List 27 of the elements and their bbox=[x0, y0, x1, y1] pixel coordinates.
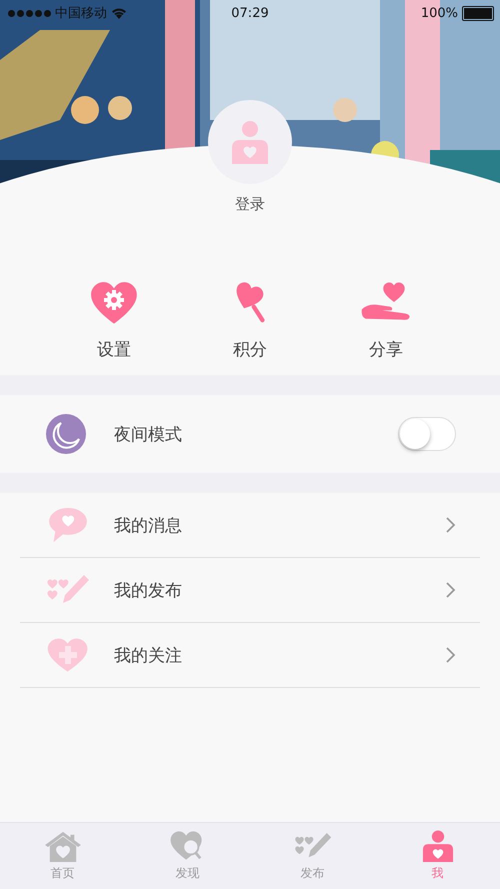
chevron-right-icon bbox=[446, 517, 456, 533]
night-mode-label: 夜间模式 bbox=[114, 424, 182, 446]
heart-plus-icon bbox=[46, 637, 90, 673]
action-label[interactable]: 分享 bbox=[369, 338, 403, 361]
action-label[interactable]: 积分 bbox=[233, 338, 267, 361]
chevron-right-icon bbox=[446, 647, 456, 663]
night-mode-switch[interactable] bbox=[398, 417, 456, 451]
menu-row[interactable]: 我的消息 bbox=[20, 493, 480, 558]
person-heart-icon bbox=[230, 120, 270, 164]
login-link[interactable]: 登录 bbox=[235, 195, 265, 214]
battery-percent: 100% bbox=[420, 6, 458, 20]
menu-row[interactable]: 我的发布 bbox=[20, 558, 480, 623]
status-time: 07:29 bbox=[231, 6, 269, 20]
wifi-icon bbox=[111, 7, 127, 19]
signal-icon bbox=[8, 10, 51, 16]
menu-label: 我的发布 bbox=[114, 580, 182, 602]
menu-label: 我的关注 bbox=[114, 644, 182, 666]
house-heart-icon bbox=[44, 830, 82, 862]
menu-label: 我的消息 bbox=[114, 514, 182, 536]
moon-icon bbox=[46, 414, 86, 454]
menu-row[interactable]: 我的关注 bbox=[20, 623, 480, 688]
speech-bubble-heart-icon bbox=[46, 507, 90, 543]
battery-icon bbox=[462, 6, 494, 20]
action-label[interactable]: 设置 bbox=[97, 338, 131, 361]
chevron-right-icon bbox=[446, 582, 456, 598]
heart-gear-icon[interactable] bbox=[88, 280, 140, 324]
carrier-name: 中国移动 bbox=[55, 5, 107, 22]
